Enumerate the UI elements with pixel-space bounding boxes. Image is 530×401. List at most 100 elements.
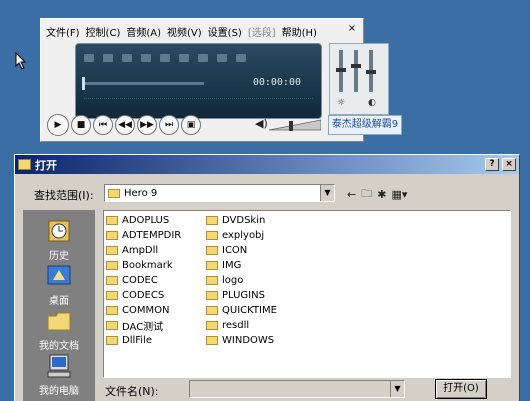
indicator-icon	[198, 54, 208, 62]
skip-start-button[interactable]: ⏮	[93, 115, 113, 135]
menu-file[interactable]: 文件(F)	[43, 24, 83, 39]
new-folder-icon[interactable]: ✱	[377, 188, 386, 201]
close-button[interactable]: ×	[502, 158, 516, 171]
folder-icon	[206, 336, 218, 345]
indicator-icon	[160, 54, 170, 62]
folder-icon	[108, 188, 120, 198]
skip-end-icon: ⏭	[164, 120, 174, 130]
seek-handle[interactable]	[82, 77, 85, 90]
speaker-icon[interactable]: ◀)	[255, 117, 268, 130]
folder-item[interactable]: explyobj	[206, 228, 277, 243]
indicator-icon	[103, 54, 113, 62]
folder-icon	[106, 336, 118, 345]
folder-item[interactable]: QUICKTIME	[206, 303, 277, 318]
folder-name: CODECS	[122, 290, 165, 301]
folder-name: DAC测试	[122, 322, 164, 333]
eq-slider[interactable]	[336, 50, 346, 92]
file-list[interactable]: ADOPLUS ADTEMPDIR AmpDll Bookmark CODEC …	[103, 210, 511, 378]
folder-name: Bookmark	[122, 260, 173, 271]
folder-icon	[106, 231, 118, 240]
volume-slider[interactable]	[269, 119, 321, 131]
folder-name: resdll	[222, 320, 250, 331]
view-menu-icon[interactable]: ▦▾	[391, 188, 407, 201]
folder-name: QUICKTIME	[222, 305, 277, 316]
folder-icon	[206, 276, 218, 285]
menu-control[interactable]: 控制(C)	[83, 24, 124, 39]
screen-mode-icon: ▣	[186, 120, 196, 130]
folder-icon	[206, 231, 218, 240]
play-icon: ▶	[54, 120, 62, 130]
equalizer-panel: ☼ ◐	[329, 43, 389, 115]
stop-button[interactable]: ■	[71, 115, 91, 135]
place-desktop[interactable]: 桌面	[23, 263, 95, 307]
display-indicators	[84, 54, 313, 62]
folder-item[interactable]: DAC测试	[106, 318, 181, 333]
folder-icon	[106, 306, 118, 315]
folder-item[interactable]: DllFile	[106, 333, 181, 348]
folder-item[interactable]: PLUGINS	[206, 288, 277, 303]
back-arrow-icon[interactable]: ←	[347, 188, 356, 201]
indicator-icon	[236, 54, 246, 62]
folder-name: explyobj	[222, 230, 265, 241]
help-button[interactable]: ?	[485, 158, 499, 171]
place-history[interactable]: 历史	[23, 218, 95, 262]
menu-segment: [选段]	[247, 27, 276, 39]
folder-item[interactable]: ADOPLUS	[106, 213, 181, 228]
rewind-button[interactable]: ◀◀	[115, 115, 135, 135]
folder-name: ADTEMPDIR	[122, 230, 182, 241]
eq-slider-thumb[interactable]	[351, 64, 361, 68]
folder-item[interactable]: DVDSkin	[206, 213, 277, 228]
skip-end-button[interactable]: ⏭	[159, 115, 179, 135]
folder-item[interactable]: ADTEMPDIR	[106, 228, 181, 243]
play-button[interactable]: ▶	[47, 114, 69, 136]
menu-help[interactable]: 帮助(H)	[279, 24, 320, 39]
menu-audio[interactable]: 音频(A)	[123, 24, 164, 39]
eq-slider[interactable]	[366, 50, 376, 92]
player-close-button[interactable]: ×	[345, 22, 359, 36]
folder-item[interactable]: CODEC	[106, 273, 181, 288]
folder-item[interactable]: logo	[206, 273, 277, 288]
seek-bar[interactable]	[82, 77, 204, 90]
up-folder-icon[interactable]: 🗀	[361, 185, 372, 204]
indicator-icon	[122, 54, 132, 62]
fast-forward-icon: ▶▶	[140, 120, 154, 130]
dialog-title: 打开	[35, 158, 57, 172]
folder-item[interactable]: WINDOWS	[206, 333, 277, 348]
folder-icon	[206, 321, 218, 330]
brand-label: 泰杰超级解霸9	[328, 115, 402, 135]
folder-item[interactable]: Bookmark	[106, 258, 181, 273]
eq-slider[interactable]	[351, 50, 361, 92]
eq-slider-thumb[interactable]	[366, 70, 376, 74]
folder-item[interactable]: ICON	[206, 243, 277, 258]
fast-forward-button[interactable]: ▶▶	[137, 115, 157, 135]
filename-combobox[interactable]: ▼	[189, 380, 405, 398]
place-my-computer[interactable]: 我的电脑	[23, 353, 95, 397]
folder-name: DllFile	[122, 335, 152, 346]
folder-item[interactable]: resdll	[206, 318, 277, 333]
folder-item[interactable]: COMMON	[106, 303, 181, 318]
place-my-documents[interactable]: 我的文档	[23, 308, 95, 352]
menu-video[interactable]: 视频(V)	[164, 24, 205, 39]
place-label: 我的电脑	[39, 386, 79, 397]
menu-settings[interactable]: 设置(S)	[205, 24, 245, 39]
mouse-cursor-icon	[15, 52, 27, 70]
folder-name: COMMON	[122, 305, 170, 316]
filename-label: 文件名(N):	[105, 385, 159, 398]
lookin-dropdown[interactable]: Hero 9 ▼	[104, 184, 335, 202]
file-column-2: DVDSkin explyobj ICON IMG logo PLUGINS Q…	[206, 213, 277, 348]
screen-mode-button[interactable]: ▣	[181, 115, 201, 135]
eq-slider-thumb[interactable]	[336, 68, 346, 72]
indicator-icon	[141, 54, 151, 62]
chevron-down-icon[interactable]: ▼	[390, 381, 404, 397]
open-button[interactable]: 打开(O)	[435, 379, 487, 399]
folder-item[interactable]: CODECS	[106, 288, 181, 303]
folder-item[interactable]: AmpDll	[106, 243, 181, 258]
folder-icon	[106, 246, 118, 255]
time-display: 00:00:00	[252, 77, 301, 88]
indicator-icon	[217, 54, 227, 62]
folder-icon	[106, 276, 118, 285]
chevron-down-icon[interactable]: ▼	[320, 185, 334, 201]
folder-item[interactable]: IMG	[206, 258, 277, 273]
folder-name: CODEC	[122, 275, 158, 286]
volume-thumb[interactable]	[289, 121, 293, 131]
